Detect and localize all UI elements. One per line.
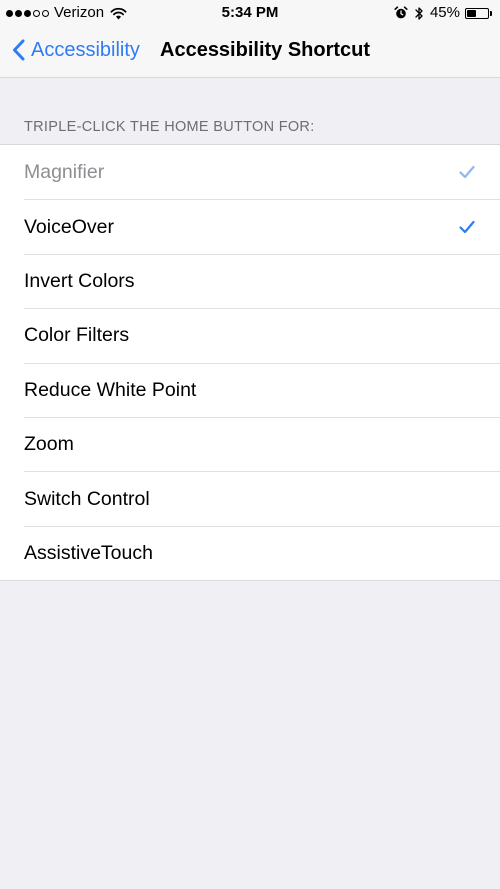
navigation-bar: Accessibility Accessibility Shortcut xyxy=(0,26,500,78)
battery-level xyxy=(467,9,476,17)
battery-tip xyxy=(490,10,492,16)
option-magnifier[interactable]: Magnifier xyxy=(0,145,500,199)
section-header: TRIPLE-CLICK THE HOME BUTTON FOR: xyxy=(24,119,315,135)
chevron-left-icon xyxy=(13,39,25,61)
checkmark-icon xyxy=(459,220,475,233)
bluetooth-icon xyxy=(415,6,423,20)
option-label: VoiceOver xyxy=(24,215,114,238)
battery-percentage: 45% xyxy=(429,4,460,21)
option-label: Magnifier xyxy=(24,161,105,184)
checkmark-icon xyxy=(459,166,475,179)
battery-icon xyxy=(465,7,489,19)
option-switch-control[interactable]: Switch Control xyxy=(0,471,500,525)
option-label: Zoom xyxy=(24,433,74,456)
option-color-filters[interactable]: Color Filters xyxy=(0,308,500,362)
option-label: Switch Control xyxy=(24,487,150,510)
option-zoom[interactable]: Zoom xyxy=(0,416,500,471)
alarm-icon xyxy=(394,6,408,19)
option-label: Invert Colors xyxy=(24,269,135,292)
shortcut-options-list: Magnifier VoiceOver Invert Colors Color … xyxy=(0,144,500,582)
back-button-label: Accessibility xyxy=(31,39,140,61)
option-voiceover[interactable]: VoiceOver xyxy=(0,199,500,253)
back-button[interactable]: Accessibility xyxy=(12,36,140,64)
option-label: AssistiveTouch xyxy=(24,541,153,564)
option-label: Color Filters xyxy=(24,324,130,347)
status-right: 45% xyxy=(394,4,492,22)
top-bar: Verizon 5:34 PM 45% Accessibility Access… xyxy=(0,0,500,78)
page-title: Accessibility Shortcut xyxy=(160,39,371,61)
option-assistivetouch[interactable]: AssistiveTouch xyxy=(0,525,500,580)
option-invert-colors[interactable]: Invert Colors xyxy=(0,253,500,308)
status-bar: Verizon 5:34 PM 45% xyxy=(0,0,500,26)
option-reduce-white-point[interactable]: Reduce White Point xyxy=(0,362,500,417)
option-label: Reduce White Point xyxy=(24,378,197,401)
